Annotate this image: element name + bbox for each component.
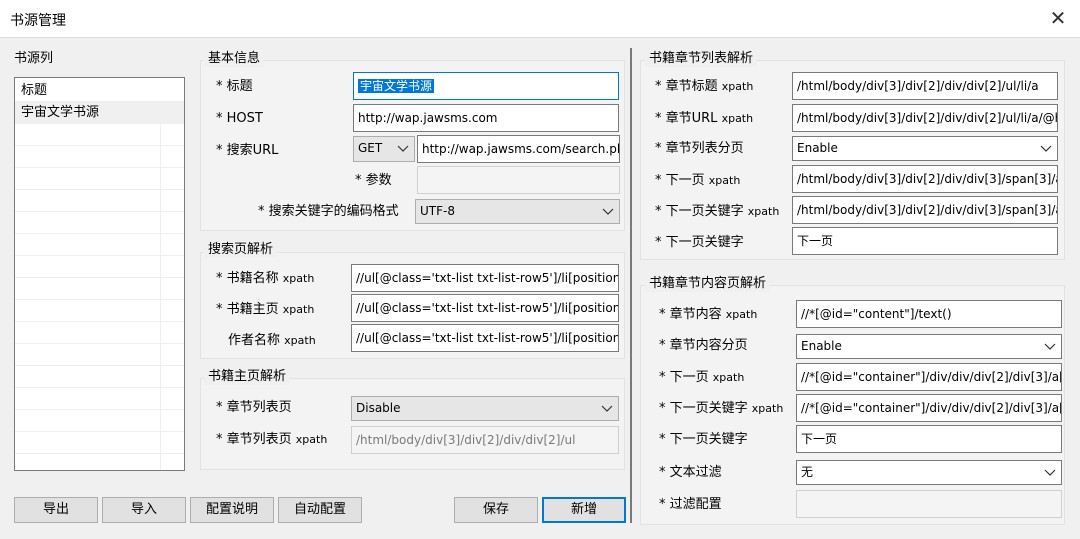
basic-info-title: 基本信息 [204, 51, 265, 67]
import-button[interactable]: 导入 [102, 497, 186, 523]
search-url-input[interactable]: http://wap.jawsms.com/search.ph [417, 135, 620, 163]
content-paging-select[interactable]: Enable [796, 334, 1062, 359]
config-help-button[interactable]: 配置说明 [190, 497, 274, 523]
title-input[interactable]: 宇宙文学书源 [353, 72, 619, 100]
chevron-down-icon [601, 405, 613, 412]
auto-config-button[interactable]: 自动配置 [278, 497, 362, 523]
next-page-label: * 下一页 xpath [655, 173, 741, 188]
host-label: * HOST [216, 111, 263, 126]
next-keyword-input[interactable]: 下一页 [792, 227, 1058, 255]
content-next-keyword-label: * 下一页关键字 [659, 432, 748, 447]
content-parse-title: 书籍章节内容页解析 [645, 276, 771, 292]
chapter-list-parse-title: 书籍章节列表解析 [645, 51, 758, 67]
home-parse-group [200, 378, 625, 470]
filter-config-label: * 过滤配置 [659, 497, 722, 512]
chapter-content-input[interactable]: //*[@id="content"]/text() [796, 300, 1062, 328]
window-title: 书源管理 [10, 13, 66, 29]
chevron-down-icon [1044, 469, 1056, 476]
chapter-list-xpath-label: * 章节列表页 xpath [216, 432, 328, 447]
home-parse-title: 书籍主页解析 [204, 369, 291, 385]
content-next-page-label: * 下一页 xpath [659, 370, 745, 385]
filter-config-input[interactable] [796, 490, 1062, 518]
list-item[interactable]: 宇宙文学书源 [15, 102, 184, 124]
save-button[interactable]: 保存 [454, 497, 538, 523]
next-keyword-xpath-input[interactable]: /html/body/div[3]/div[2]/div/div[3]/span… [792, 196, 1058, 224]
encoding-label: * 搜索关键字的编码格式 [258, 204, 399, 219]
list-column-line [160, 124, 161, 470]
chevron-down-icon [602, 208, 614, 215]
chapter-content-label: * 章节内容 xpath [659, 307, 758, 322]
chapter-paging-label: * 章节列表分页 [655, 141, 744, 156]
chapter-list-label: * 章节列表页 [216, 400, 292, 415]
next-keyword-label: * 下一页关键字 [655, 235, 744, 250]
add-button[interactable]: 新增 [542, 497, 626, 523]
chapter-title-input[interactable]: /html/body/div[3]/div[2]/div/div[2]/ul/l… [792, 72, 1058, 100]
next-keyword-xpath-label: * 下一页关键字 xpath [655, 204, 780, 219]
content-next-page-input[interactable]: //*[@id="container"]/div/div/div[2]/div[… [796, 363, 1062, 391]
export-button[interactable]: 导出 [14, 497, 98, 523]
panel-divider [630, 48, 632, 523]
book-name-input[interactable]: //ul[@class='txt-list txt-list-row5']/li… [351, 264, 619, 292]
chapter-url-input[interactable]: /html/body/div[3]/div[2]/div/div[2]/ul/l… [792, 104, 1058, 132]
list-header: 标题 [15, 80, 184, 102]
search-parse-title: 搜索页解析 [204, 242, 278, 258]
source-list[interactable]: 标题 宇宙文学书源 [14, 77, 185, 471]
chapter-list-xpath-input[interactable]: /html/body/div[3]/div[2]/div/div[2]/ul [351, 426, 619, 454]
content-next-keyword-input[interactable]: 下一页 [796, 425, 1062, 453]
encoding-select[interactable]: UTF-8 [415, 199, 620, 224]
chapter-list-select[interactable]: Disable [351, 396, 619, 421]
author-label: 作者名称 xpath [228, 333, 316, 348]
chevron-down-icon [397, 145, 409, 152]
book-home-label: * 书籍主页 xpath [216, 302, 315, 317]
close-icon[interactable]: ✕ [1046, 5, 1070, 31]
text-filter-label: * 文本过滤 [659, 465, 722, 480]
next-page-input[interactable]: /html/body/div[3]/div[2]/div/div[3]/span… [792, 165, 1058, 193]
chevron-down-icon [1044, 343, 1056, 350]
search-url-label: * 搜索URL [216, 143, 279, 158]
author-input[interactable]: //ul[@class='txt-list txt-list-row5']/li… [351, 324, 619, 352]
list-empty-rows [15, 124, 184, 470]
book-name-label: * 书籍名称 xpath [216, 271, 315, 286]
chapter-paging-select[interactable]: Enable [792, 136, 1058, 161]
chevron-down-icon [1040, 145, 1052, 152]
method-select[interactable]: GET [353, 136, 415, 162]
text-filter-select[interactable]: 无 [796, 460, 1062, 485]
content-paging-label: * 章节内容分页 [659, 338, 748, 353]
source-list-label: 书源列 [14, 51, 54, 66]
param-label: * 参数 [355, 173, 392, 188]
book-home-input[interactable]: //ul[@class='txt-list txt-list-row5']/li… [351, 294, 619, 322]
content-next-keyword-xpath-input[interactable]: //*[@id="container"]/div/div/div[2]/div[… [796, 394, 1062, 422]
content-next-keyword-xpath-label: * 下一页关键字 xpath [659, 401, 784, 416]
title-label: * 标题 [216, 79, 253, 94]
host-input[interactable]: http://wap.jawsms.com [353, 104, 619, 132]
chapter-url-label: * 章节URL xpath [655, 111, 754, 126]
chapter-title-label: * 章节标题 xpath [655, 79, 754, 94]
title-bar [0, 0, 1080, 38]
param-input[interactable] [417, 166, 620, 194]
